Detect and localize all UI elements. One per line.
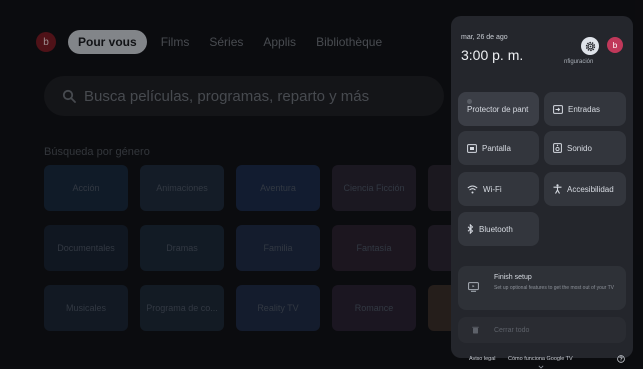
tile-label: Entradas	[568, 104, 601, 114]
settings-button[interactable]	[581, 37, 599, 55]
tile-inputs[interactable]: Entradas	[544, 92, 626, 126]
tile-display[interactable]: Pantalla	[458, 131, 539, 165]
accessibility-icon	[553, 184, 562, 194]
tile-label: Sonido	[567, 143, 592, 153]
close-all-button[interactable]	[458, 317, 626, 343]
finish-setup-title: Finish setup	[494, 274, 532, 281]
tv-setup-icon	[468, 282, 479, 292]
tile-wifi[interactable]: Wi-Fi	[458, 172, 539, 206]
profile-avatar[interactable]: b	[607, 37, 623, 53]
input-icon	[553, 104, 563, 114]
quick-settings-panel: mar, 26 de ago 3:00 p. m. nfiguración b …	[451, 16, 633, 369]
settings-label: nfiguración	[564, 59, 594, 65]
tile-label: Pantalla	[482, 143, 511, 153]
legal-notice-link[interactable]: Aviso legal	[469, 356, 496, 362]
bluetooth-icon	[467, 224, 474, 234]
tile-label: Protector de pant	[467, 104, 529, 114]
wifi-icon	[467, 185, 478, 193]
help-icon[interactable]	[617, 355, 625, 363]
tile-sound[interactable]: Sonido	[544, 131, 626, 165]
close-all-label: Cerrar todo	[494, 327, 530, 334]
panel-time: 3:00 p. m.	[461, 47, 524, 63]
panel-date: mar, 26 de ago	[461, 34, 508, 41]
tile-label: Wi-Fi	[483, 184, 502, 194]
display-icon	[467, 143, 477, 153]
screensaver-indicator-icon	[467, 99, 472, 104]
tile-bluetooth[interactable]: Bluetooth	[458, 212, 539, 246]
trash-icon	[472, 326, 479, 334]
tile-label: Accesibilidad	[567, 184, 614, 194]
tile-accessibility[interactable]: Accesibilidad	[544, 172, 626, 206]
tile-screensaver[interactable]: Protector de pant	[458, 92, 539, 126]
tile-label: Bluetooth	[479, 224, 513, 234]
how-google-tv-works-link[interactable]: Cómo funciona Google TV	[508, 356, 573, 362]
speaker-icon	[553, 143, 562, 153]
gear-icon	[585, 41, 595, 51]
finish-setup-description: Set up optional features to get the most…	[494, 285, 614, 291]
